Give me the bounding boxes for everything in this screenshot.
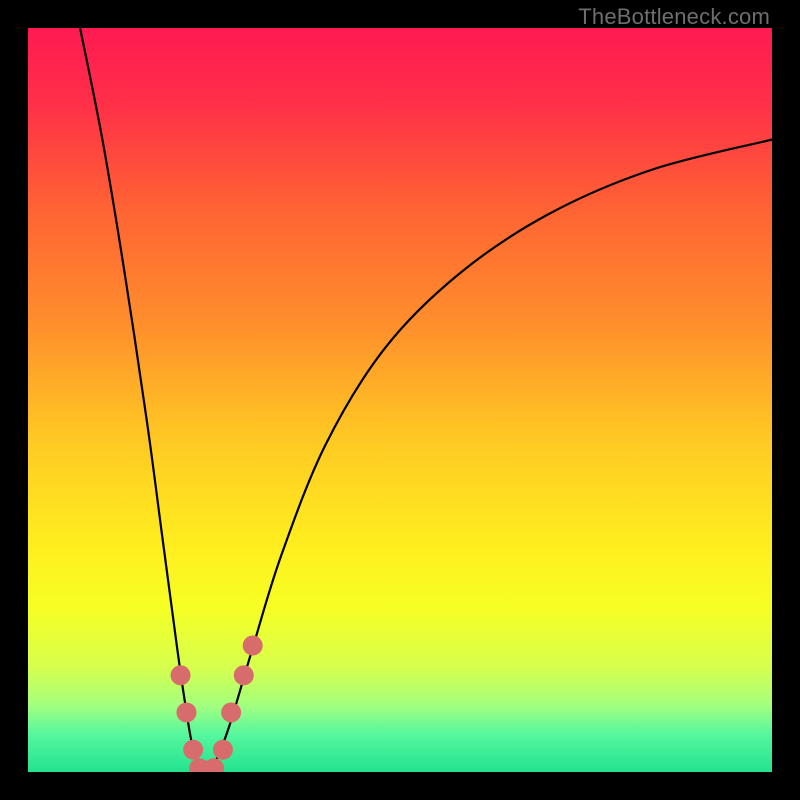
sample-point <box>234 665 254 685</box>
sample-point <box>176 702 196 722</box>
sample-point <box>221 702 241 722</box>
sample-point <box>171 665 191 685</box>
sample-point <box>204 758 224 772</box>
curve-layer <box>28 28 772 772</box>
plot-area <box>28 28 772 772</box>
bottleneck-curve <box>80 28 772 772</box>
sample-point <box>243 636 263 656</box>
sample-markers <box>171 636 263 772</box>
watermark-text: TheBottleneck.com <box>578 4 770 30</box>
sample-point <box>183 740 203 760</box>
sample-point <box>213 740 233 760</box>
chart-frame: TheBottleneck.com <box>0 0 800 800</box>
